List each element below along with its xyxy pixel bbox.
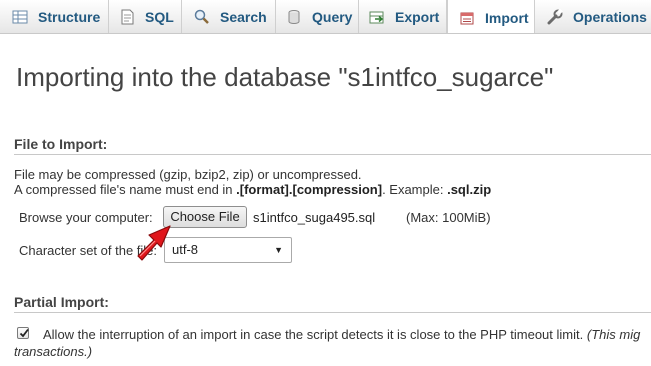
tab-search[interactable]: Search: [182, 0, 276, 33]
file-to-import-heading: File to Import:: [14, 136, 108, 152]
checkmark-icon: [19, 328, 29, 338]
tab-label: Query: [312, 9, 353, 25]
tab-label: Import: [485, 9, 529, 26]
tab-label: Structure: [38, 9, 101, 25]
search-icon: [194, 9, 210, 25]
tab-label: SQL: [145, 9, 174, 25]
structure-icon: [12, 9, 28, 25]
section-divider: [14, 312, 651, 313]
import-icon: [459, 10, 475, 26]
section-divider: [14, 154, 651, 155]
allow-interrupt-checkbox[interactable]: [17, 327, 29, 339]
tab-query[interactable]: Query: [276, 0, 359, 33]
export-icon: [369, 9, 385, 25]
filename-note: A compressed file's name must end in .[f…: [14, 182, 491, 197]
tab-label: Search: [220, 9, 267, 25]
tab-operations[interactable]: Operations: [535, 0, 651, 33]
allow-interrupt-note-continued: transactions.): [14, 344, 93, 359]
chosen-file-name: s1intfco_suga495.sql: [253, 210, 376, 225]
tab-label: Export: [395, 9, 440, 25]
top-tab-bar: Structure SQL Search Query Export Import: [0, 0, 651, 34]
tab-sql[interactable]: SQL: [109, 0, 182, 33]
max-upload-size: (Max: 100MiB): [406, 210, 491, 225]
tab-export[interactable]: Export: [359, 0, 447, 33]
filename-note-prefix: A compressed file's name must end in: [14, 182, 237, 197]
filename-format: .[format].[compression]: [236, 182, 383, 197]
allow-interrupt-text: Allow the interruption of an import in c…: [43, 327, 584, 342]
allow-interrupt-note: (This mig: [586, 327, 641, 342]
compression-note: File may be compressed (gzip, bzip2, zip…: [14, 167, 362, 182]
partial-import-heading: Partial Import:: [14, 294, 109, 310]
page-title: Importing into the database "s1intfco_su…: [16, 62, 554, 92]
tab-structure[interactable]: Structure: [0, 0, 109, 33]
tab-import[interactable]: Import: [447, 0, 535, 33]
query-icon: [286, 9, 302, 25]
filename-example: .sql.zip: [447, 182, 492, 197]
filename-example-prefix: . Example:: [382, 182, 448, 197]
allow-interrupt-label: Allow the interruption of an import in c…: [43, 327, 640, 342]
red-arrow-annotation: [137, 225, 171, 261]
chevron-down-icon: ▼: [274, 245, 283, 255]
charset-select[interactable]: utf-8 ▼: [164, 237, 292, 263]
tab-label: Operations: [573, 9, 647, 25]
sql-icon: [119, 9, 135, 25]
wrench-icon: [547, 9, 563, 25]
